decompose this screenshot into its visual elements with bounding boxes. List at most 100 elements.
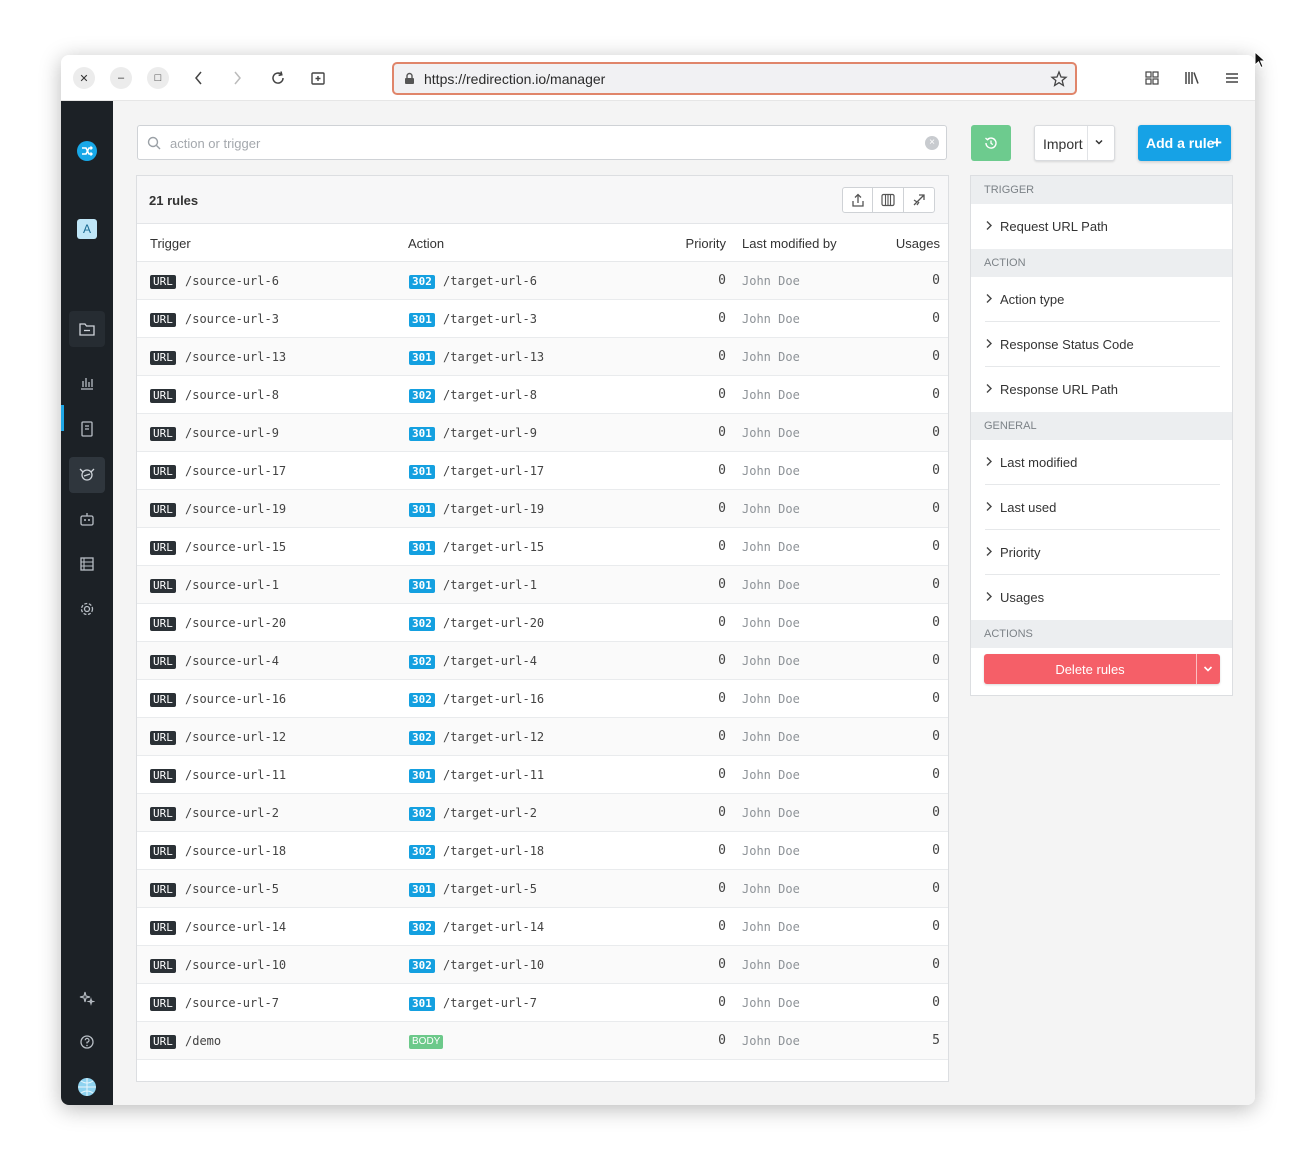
import-button[interactable]: Import: [1034, 125, 1115, 161]
project-letter: A: [77, 219, 97, 239]
table-row[interactable]: URL/source-url-15 301/target-url-15 0 John …: [137, 528, 948, 566]
filter-sections: TRIGGER Request URL Path ACTION Action type…: [971, 176, 1232, 648]
column-usages[interactable]: Usages: [896, 236, 940, 251]
logs-icon[interactable]: [69, 411, 105, 447]
modified-by: John Doe: [742, 996, 800, 1010]
table-row[interactable]: URL/source-url-13 301/target-url-13 0 John …: [137, 338, 948, 376]
source-path: /source-url-3: [185, 312, 279, 326]
status-code-badge: 302: [409, 845, 435, 859]
table-row[interactable]: URL/source-url-1 301/target-url-1 0 John Do…: [137, 566, 948, 604]
usages-value: 0: [932, 501, 940, 516]
trigger-type-badge: URL: [150, 275, 176, 289]
table-row[interactable]: URL/source-url-20 302/target-url-20 0 John …: [137, 604, 948, 642]
url-text: https://redirection.io/manager: [424, 70, 606, 87]
folder-icon[interactable]: [69, 311, 105, 347]
bookmark-star-icon[interactable]: [1050, 70, 1068, 88]
table-row[interactable]: URL/source-url-5 301/target-url-5 0 John Do…: [137, 870, 948, 908]
columns-icon[interactable]: [873, 188, 904, 212]
history-icon: [985, 137, 997, 149]
status-code-badge: 301: [409, 427, 435, 441]
robot-icon[interactable]: [69, 501, 105, 537]
filter-item[interactable]: Priority: [985, 530, 1220, 575]
column-trigger[interactable]: Trigger: [150, 236, 191, 251]
usages-value: 0: [932, 349, 940, 364]
rules-icon[interactable]: [69, 457, 105, 493]
modified-by: John Doe: [742, 350, 800, 364]
settings-icon[interactable]: [69, 591, 105, 627]
table-row[interactable]: URL/source-url-10 302/target-url-10 0 John …: [137, 946, 948, 984]
filter-section-title: TRIGGER: [971, 176, 1232, 204]
table-row[interactable]: URL/source-url-16 302/target-url-16 0 John …: [137, 680, 948, 718]
chevron-right-icon: [986, 339, 992, 348]
column-last-modified-by[interactable]: Last modified by: [742, 236, 837, 251]
filter-item[interactable]: Request URL Path: [985, 204, 1220, 249]
table-row[interactable]: URL/source-url-6 302/target-url-6 0 John Do…: [137, 262, 948, 300]
delete-rules-button[interactable]: Delete rules: [984, 654, 1220, 684]
trigger-type-badge: URL: [150, 389, 176, 403]
filter-item[interactable]: Last modified: [985, 440, 1220, 485]
chevron-right-icon: [986, 592, 992, 601]
table-row[interactable]: URL/source-url-14 302/target-url-14 0 John …: [137, 908, 948, 946]
status-code-badge: 302: [409, 655, 435, 669]
table-row[interactable]: URL/source-url-4 302/target-url-4 0 John Do…: [137, 642, 948, 680]
usages-value: 0: [932, 767, 940, 782]
table-row[interactable]: URL/source-url-8 302/target-url-8 0 John Do…: [137, 376, 948, 414]
usages-value: 0: [932, 691, 940, 706]
active-indicator: [61, 405, 64, 431]
clear-search-icon[interactable]: ×: [925, 136, 939, 150]
modified-by: John Doe: [742, 654, 800, 668]
redirection-logo-icon[interactable]: [69, 133, 105, 169]
table-row[interactable]: URL/source-url-3 301/target-url-3 0 John Do…: [137, 300, 948, 338]
source-path: /demo: [185, 1034, 222, 1048]
menu-icon[interactable]: [1220, 66, 1244, 90]
table-row[interactable]: URL/source-url-17 301/target-url-17 0 John …: [137, 452, 948, 490]
refresh-button[interactable]: [971, 125, 1011, 161]
address-bar[interactable]: https://redirection.io/manager: [392, 62, 1077, 95]
bulk-edit-icon[interactable]: [904, 188, 934, 212]
export-icon[interactable]: [843, 188, 874, 212]
back-icon[interactable]: [186, 66, 210, 90]
table-row[interactable]: URL/source-url-12 302/target-url-12 0 John …: [137, 718, 948, 756]
help-icon[interactable]: [69, 1024, 105, 1060]
search-input[interactable]: action or trigger ×: [137, 125, 947, 160]
filter-item[interactable]: Last used: [985, 485, 1220, 530]
table-row[interactable]: URL/demo BODY 0 John Doe 5: [137, 1022, 948, 1060]
chevron-down-icon[interactable]: [1202, 663, 1214, 675]
table-row[interactable]: URL/source-url-9 301/target-url-9 0 John Do…: [137, 414, 948, 452]
table-row[interactable]: URL/source-url-7 301/target-url-7 0 John Do…: [137, 984, 948, 1022]
maximize-window-button[interactable]: □: [147, 67, 169, 89]
column-priority[interactable]: Priority: [686, 236, 726, 251]
table-row[interactable]: URL/source-url-18 302/target-url-18 0 John …: [137, 832, 948, 870]
status-code-badge: 302: [409, 959, 435, 973]
search-icon: [147, 136, 161, 150]
reload-icon[interactable]: [266, 66, 290, 90]
forward-icon[interactable]: [226, 66, 250, 90]
chevron-down-icon[interactable]: [1094, 137, 1104, 147]
sparkles-icon[interactable]: [69, 980, 105, 1016]
column-action[interactable]: Action: [408, 236, 444, 251]
new-tab-icon[interactable]: [306, 66, 330, 90]
status-code-badge: 301: [409, 883, 435, 897]
analytics-icon[interactable]: [69, 365, 105, 401]
trigger-type-badge: URL: [150, 769, 176, 783]
filter-item[interactable]: Response Status Code: [985, 322, 1220, 367]
table-row[interactable]: URL/source-url-2 302/target-url-2 0 John Do…: [137, 794, 948, 832]
instances-icon[interactable]: [69, 546, 105, 582]
table-row[interactable]: URL/source-url-19 301/target-url-19 0 John …: [137, 490, 948, 528]
extensions-grid-icon[interactable]: [1140, 66, 1164, 90]
usages-value: 0: [932, 729, 940, 744]
filter-item[interactable]: Action type: [985, 277, 1220, 322]
target-path: /target-url-18: [443, 844, 545, 858]
close-window-button[interactable]: ✕: [73, 67, 95, 89]
library-icon[interactable]: [1180, 66, 1204, 90]
project-avatar[interactable]: A: [69, 211, 105, 247]
globe-icon[interactable]: [69, 1069, 105, 1105]
priority-value: 0: [718, 615, 726, 630]
modified-by: John Doe: [742, 388, 800, 402]
minimize-window-button[interactable]: –: [110, 67, 132, 89]
table-row[interactable]: URL/source-url-11 301/target-url-11 0 John …: [137, 756, 948, 794]
priority-value: 0: [718, 577, 726, 592]
add-rule-button[interactable]: Add a rule +: [1138, 125, 1231, 161]
filter-item[interactable]: Response URL Path: [985, 367, 1220, 412]
filter-item[interactable]: Usages: [985, 575, 1220, 620]
